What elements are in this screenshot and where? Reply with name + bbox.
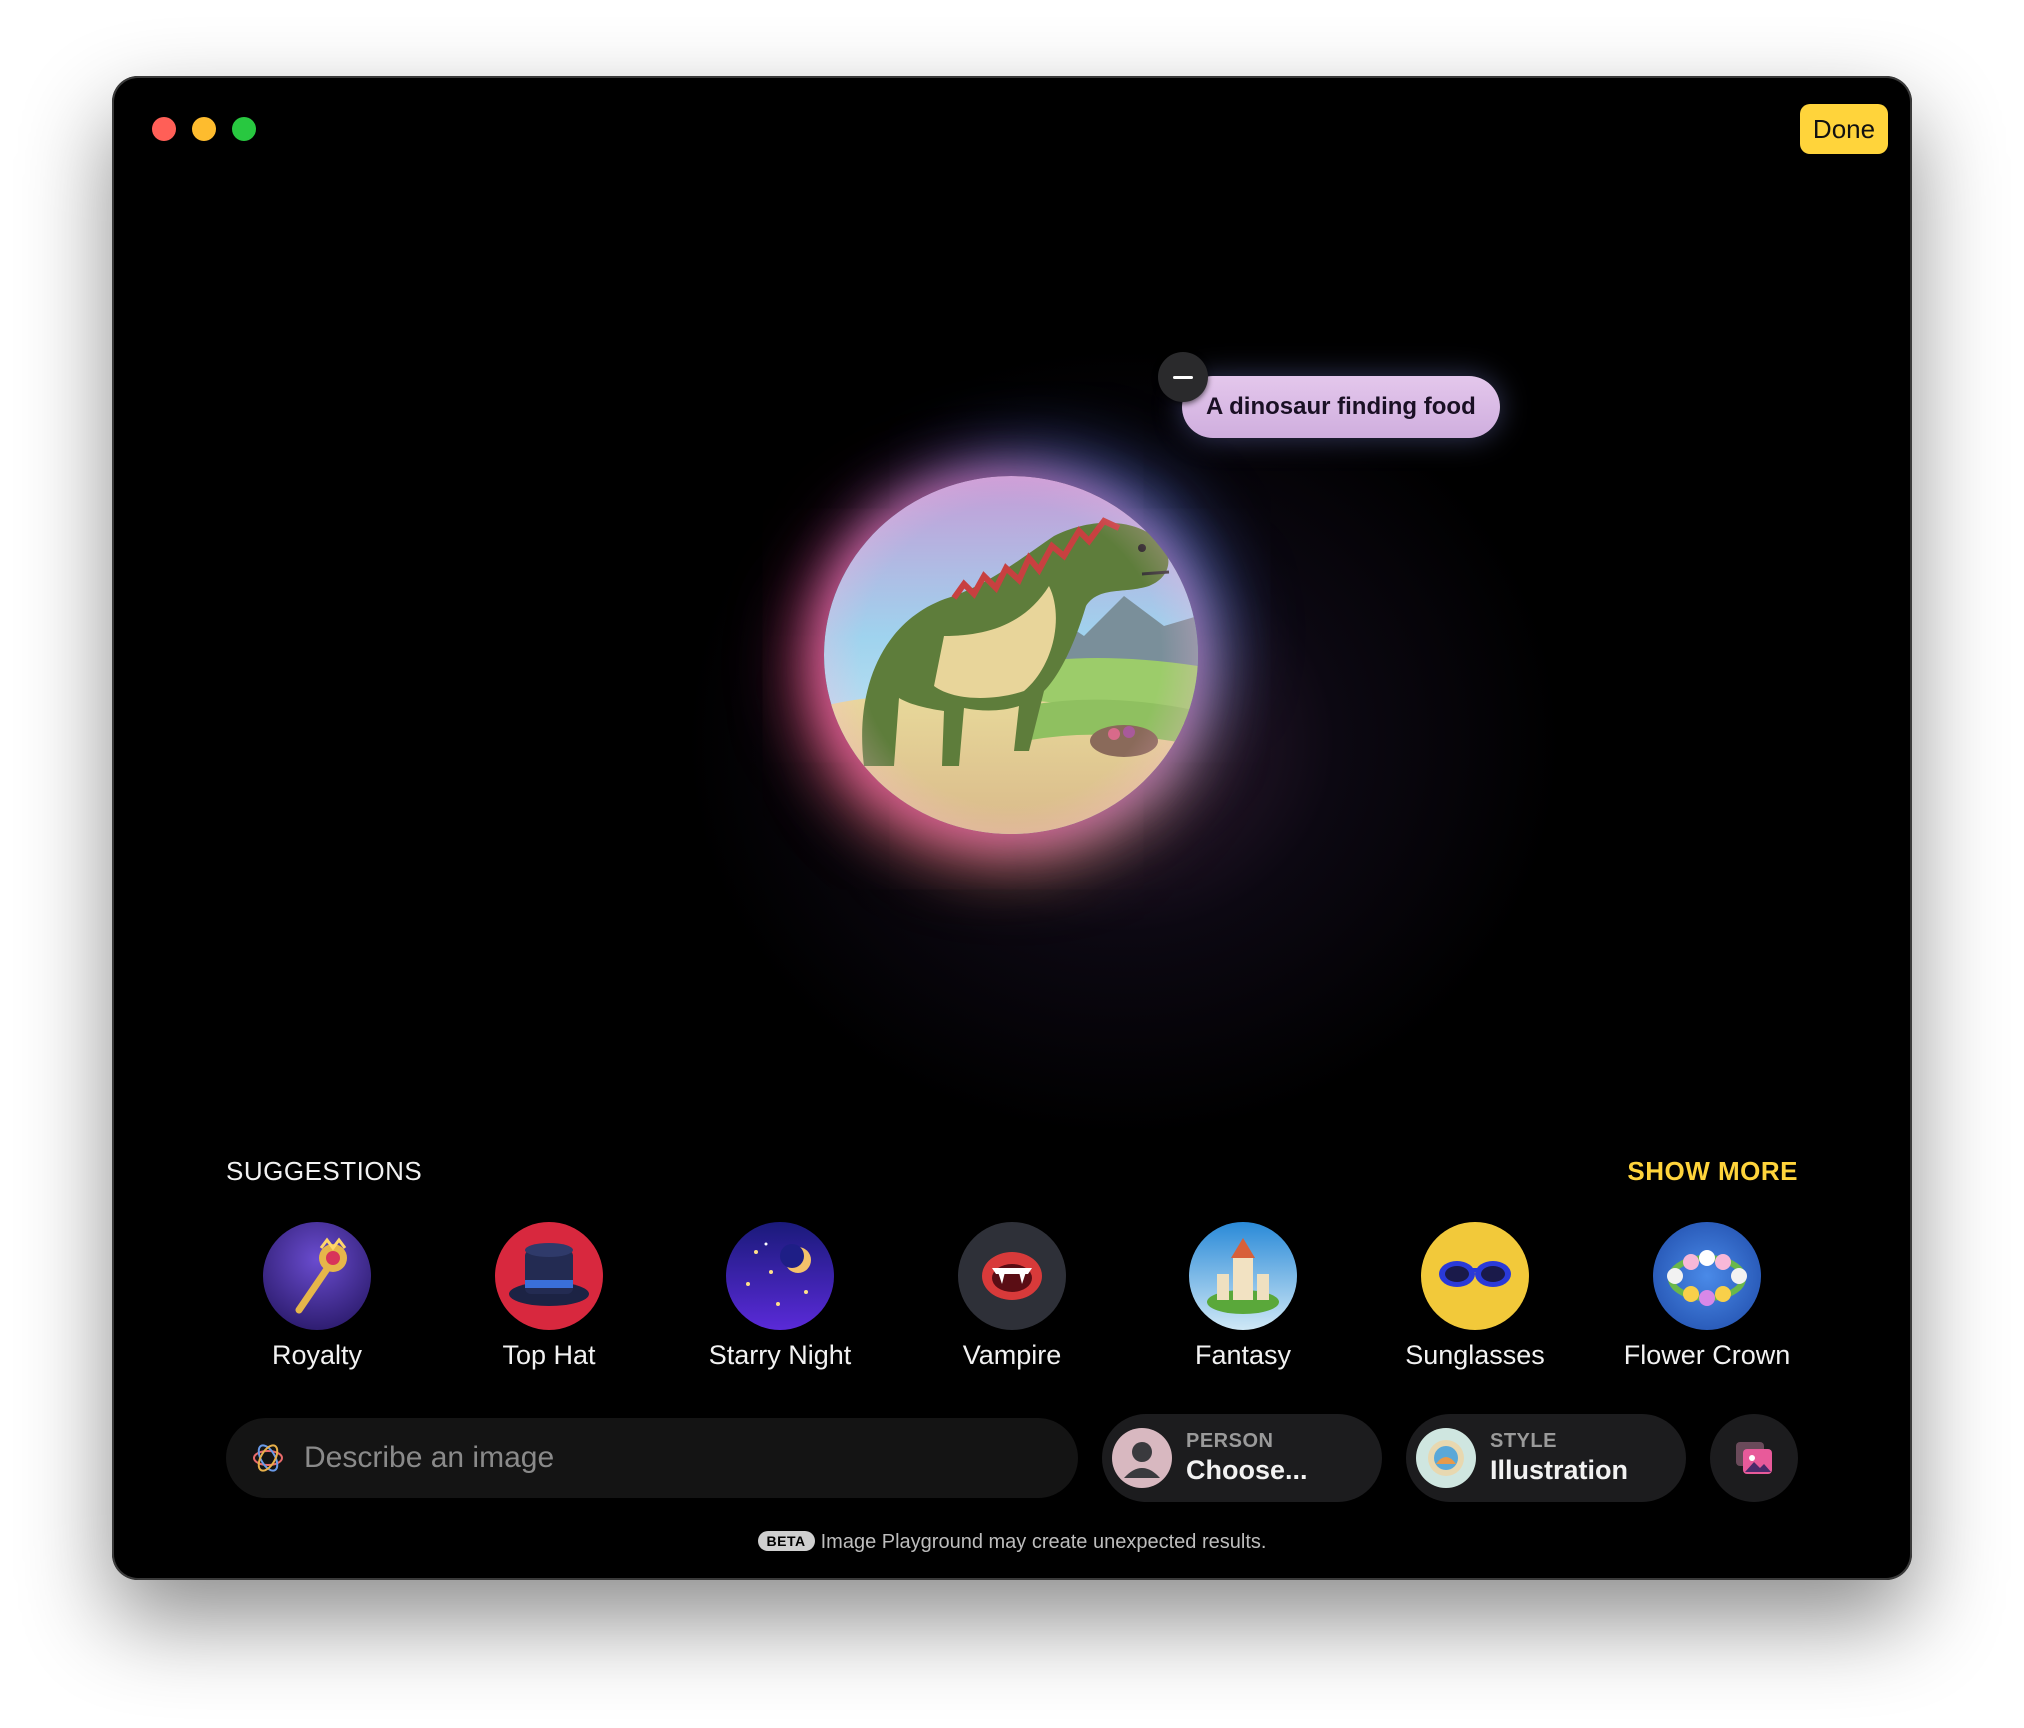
describe-image-input[interactable]	[302, 1440, 1046, 1476]
suggestion-label: Top Hat	[502, 1340, 596, 1370]
suggestion-flower-crown[interactable]: Flower Crown	[1607, 1222, 1807, 1371]
generated-image-preview[interactable]	[824, 476, 1198, 834]
suggestion-label: Fantasy	[1194, 1340, 1292, 1370]
beta-badge: BETA	[757, 1531, 815, 1551]
person-value: Choose...	[1186, 1455, 1308, 1485]
suggestions-heading: SUGGESTIONS	[226, 1156, 423, 1186]
top-hat-icon	[495, 1222, 603, 1330]
remove-prompt-chip-button[interactable]	[1158, 352, 1208, 402]
suggestion-label: Starry Night	[708, 1340, 852, 1370]
suggestion-label: Royalty	[271, 1340, 363, 1370]
style-label: STYLE	[1490, 1430, 1557, 1452]
zoom-window-button[interactable]	[232, 117, 256, 141]
suggestion-top-hat[interactable]: Top Hat	[449, 1222, 649, 1371]
suggestion-label: Vampire	[962, 1340, 1062, 1370]
suggestion-vampire[interactable]: Vampire	[912, 1222, 1112, 1371]
suggestion-sunglasses[interactable]: Sunglasses	[1375, 1222, 1575, 1371]
photos-icon	[1736, 1442, 1772, 1474]
sunglasses-icon	[1421, 1222, 1529, 1330]
beta-disclaimer: BETA Image Playground may create unexpect…	[112, 1531, 1912, 1554]
scepter-icon	[263, 1222, 371, 1330]
person-label: PERSON	[1186, 1430, 1274, 1452]
person-picker[interactable]: PERSON Choose...	[1102, 1414, 1382, 1502]
show-more-button[interactable]: SHOW MORE	[1627, 1156, 1798, 1187]
prompt-chip[interactable]: A dinosaur finding food	[1182, 376, 1500, 438]
illustration-style-icon	[1416, 1428, 1476, 1488]
style-picker[interactable]: STYLE Illustration	[1406, 1414, 1686, 1502]
window-controls	[152, 117, 256, 141]
suggestion-label: Flower Crown	[1623, 1340, 1791, 1370]
vampire-mouth-icon	[958, 1222, 1066, 1330]
composer-bar: PERSON Choose... STYLE Illustration	[226, 1414, 1798, 1504]
minimize-window-button[interactable]	[192, 117, 216, 141]
disclaimer-text: Image Playground may create unexpected r…	[820, 1531, 1267, 1553]
suggestion-label: Sunglasses	[1405, 1340, 1545, 1370]
describe-field[interactable]	[226, 1418, 1078, 1498]
suggestion-starry-night[interactable]: Starry Night	[680, 1222, 880, 1371]
dinosaur-illustration	[824, 476, 1198, 834]
minus-icon	[1173, 375, 1193, 379]
starry-night-icon	[726, 1222, 834, 1330]
close-window-button[interactable]	[152, 117, 176, 141]
castle-island-icon	[1189, 1222, 1297, 1330]
style-value: Illustration	[1490, 1455, 1629, 1485]
prompt-chip-label: A dinosaur finding food	[1206, 393, 1476, 420]
photo-gallery-button[interactable]	[1710, 1414, 1798, 1502]
suggestions-row: Royalty Top Hat Starry Night Vampire Fan…	[226, 1222, 1798, 1382]
suggestion-royalty[interactable]: Royalty	[217, 1222, 417, 1371]
person-avatar-icon	[1112, 1428, 1172, 1488]
image-playground-window: Done A dinosaur finding food SUGGESTIONS…	[112, 76, 1912, 1580]
playground-sparkle-icon	[253, 1444, 283, 1472]
done-button[interactable]: Done	[1800, 104, 1888, 154]
flower-crown-icon	[1653, 1222, 1761, 1330]
suggestion-fantasy[interactable]: Fantasy	[1143, 1222, 1343, 1371]
